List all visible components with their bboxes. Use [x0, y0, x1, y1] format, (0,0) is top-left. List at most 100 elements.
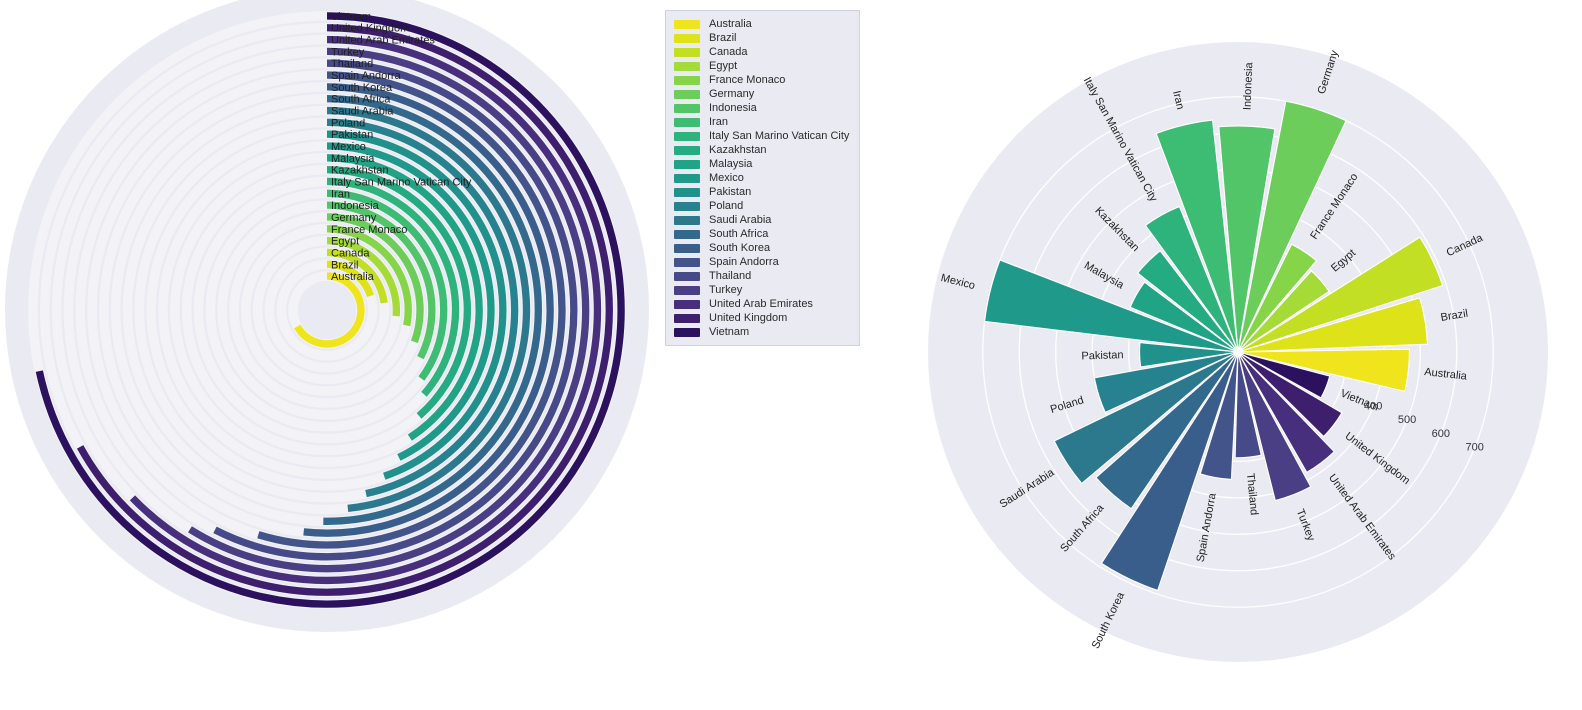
ring-label: Egypt: [331, 236, 359, 248]
legend-item-label: Iran: [709, 116, 728, 128]
ring-label: Malaysia: [331, 153, 375, 165]
ring-label: Australia: [331, 271, 375, 283]
legend-item[interactable]: Indonesia: [674, 101, 849, 115]
legend-item-label: Malaysia: [709, 158, 753, 170]
legend-item[interactable]: Mexico: [674, 171, 849, 185]
ring-label: Iran: [331, 188, 350, 200]
legend-item-label: Saudi Arabia: [709, 214, 772, 226]
legend-item-label: Indonesia: [709, 102, 757, 114]
ring-label: Spain Andorra: [331, 70, 402, 82]
legend-item-label: Germany: [709, 88, 755, 100]
legend-item-label: France Monaco: [709, 74, 786, 86]
legend-swatch: [674, 257, 700, 267]
legend-swatch: [674, 313, 700, 323]
legend-swatch: [674, 61, 700, 71]
circular-bar-chart-svg: VietnamUnited KingdomUnited Arab Emirate…: [5, 0, 649, 632]
legend-item[interactable]: Iran: [674, 115, 849, 129]
legend-item[interactable]: United Arab Emirates: [674, 297, 849, 311]
legend-panel: Australia Brazil Canada Egypt France Monaco G…: [660, 0, 900, 710]
ring-label: Saudi Arabia: [331, 106, 394, 118]
legend-item[interactable]: Canada: [674, 45, 849, 59]
legend-item-label: South Africa: [709, 228, 769, 240]
legend-item[interactable]: Saudi Arabia: [674, 213, 849, 227]
ring-label: Italy San Marino Vatican City: [331, 176, 472, 188]
legend-item[interactable]: Brazil: [674, 31, 849, 45]
legend-item-label: United Arab Emirates: [709, 298, 813, 310]
legend-item[interactable]: South Korea: [674, 241, 849, 255]
ring-label: Mexico: [331, 141, 366, 153]
legend-item-label: Thailand: [709, 270, 752, 282]
legend-item[interactable]: Poland: [674, 199, 849, 213]
ring-label: Turkey: [331, 46, 365, 58]
legend-item-label: United Kingdom: [709, 312, 788, 324]
legend-item[interactable]: Pakistan: [674, 185, 849, 199]
legend-item-label: Turkey: [709, 284, 743, 296]
ring-label: United Kingdom: [331, 23, 409, 35]
legend-item-label: Mexico: [709, 172, 744, 184]
legend-item[interactable]: Germany: [674, 87, 849, 101]
wedge-label: Pakistan: [1081, 349, 1124, 362]
legend-swatch: [674, 159, 700, 169]
legend-item-label: Italy San Marino Vatican City: [709, 130, 850, 142]
ring-label: Brazil: [331, 259, 359, 271]
legend-item-label: Brazil: [709, 32, 737, 44]
legend-item[interactable]: Turkey: [674, 283, 849, 297]
legend-swatch: [674, 33, 700, 43]
legend-item-label: Vietnam: [709, 326, 750, 338]
ring-label: South Korea: [331, 82, 393, 94]
ring-label: United Arab Emirates: [331, 35, 435, 47]
legend-swatch: [674, 229, 700, 239]
legend-item[interactable]: United Kingdom: [674, 311, 849, 325]
legend-swatch: [674, 187, 700, 197]
legend-item-label: Kazakhstan: [709, 144, 767, 156]
legend-swatch: [674, 285, 700, 295]
legend-swatch: [674, 173, 700, 183]
legend-item[interactable]: Thailand: [674, 269, 849, 283]
legend-swatch: [674, 131, 700, 141]
r-axis-tick-label: 600: [1432, 428, 1450, 440]
legend-swatch: [674, 271, 700, 281]
legend-item-label: Australia: [709, 18, 752, 30]
legend-swatch: [674, 103, 700, 113]
legend-swatch: [674, 145, 700, 155]
legend-swatch: [674, 299, 700, 309]
ring-label: Germany: [331, 212, 377, 224]
legend-swatch: [674, 117, 700, 127]
legend-swatch: [674, 243, 700, 253]
legend-item-label: Spain Andorra: [709, 256, 779, 268]
legend-item[interactable]: Vietnam: [674, 325, 849, 339]
legend-item[interactable]: South Africa: [674, 227, 849, 241]
legend-swatch: [674, 327, 700, 337]
country-legend: Australia Brazil Canada Egypt France Monaco G…: [665, 10, 861, 346]
r-axis-tick-label: 400: [1364, 401, 1382, 413]
r-axis-tick-label: 700: [1465, 442, 1483, 454]
ring-label: Poland: [331, 117, 365, 129]
ring-label: Pakistan: [331, 129, 373, 141]
legend-swatch: [674, 19, 700, 29]
legend-item[interactable]: Malaysia: [674, 157, 849, 171]
legend-item-label: South Korea: [709, 242, 771, 254]
polar-wedge-chart-panel: Australia Brazil Canada Egypt France Monaco G…: [900, 0, 1582, 710]
ring-label: Thailand: [331, 58, 373, 70]
legend-item[interactable]: Italy San Marino Vatican City: [674, 129, 849, 143]
polar-wedge-chart-svg: AustraliaBrazilCanadaEgyptFrance MonacoG…: [928, 42, 1548, 662]
legend-item[interactable]: Spain Andorra: [674, 255, 849, 269]
legend-swatch: [674, 89, 700, 99]
legend-item-label: Egypt: [709, 60, 738, 72]
ring-label: France Monaco: [331, 224, 407, 236]
ring-label: Canada: [331, 247, 370, 259]
legend-item-label: Pakistan: [709, 186, 752, 198]
circular-bar-chart-panel: Vietnam United Kingdom United Arab Emirate…: [0, 0, 660, 710]
legend-item[interactable]: France Monaco: [674, 73, 849, 87]
legend-item[interactable]: Australia: [674, 17, 849, 31]
legend-item[interactable]: Egypt: [674, 59, 849, 73]
ring-label: Indonesia: [331, 200, 380, 212]
legend-swatch: [674, 47, 700, 57]
ring-label: South Africa: [331, 94, 391, 106]
ring-label: Vietnam: [331, 11, 371, 23]
legend-swatch: [674, 215, 700, 225]
ring-label: Kazakhstan: [331, 165, 388, 177]
r-axis-tick-label: 500: [1398, 414, 1416, 426]
legend-item[interactable]: Kazakhstan: [674, 143, 849, 157]
legend-swatch: [674, 201, 700, 211]
